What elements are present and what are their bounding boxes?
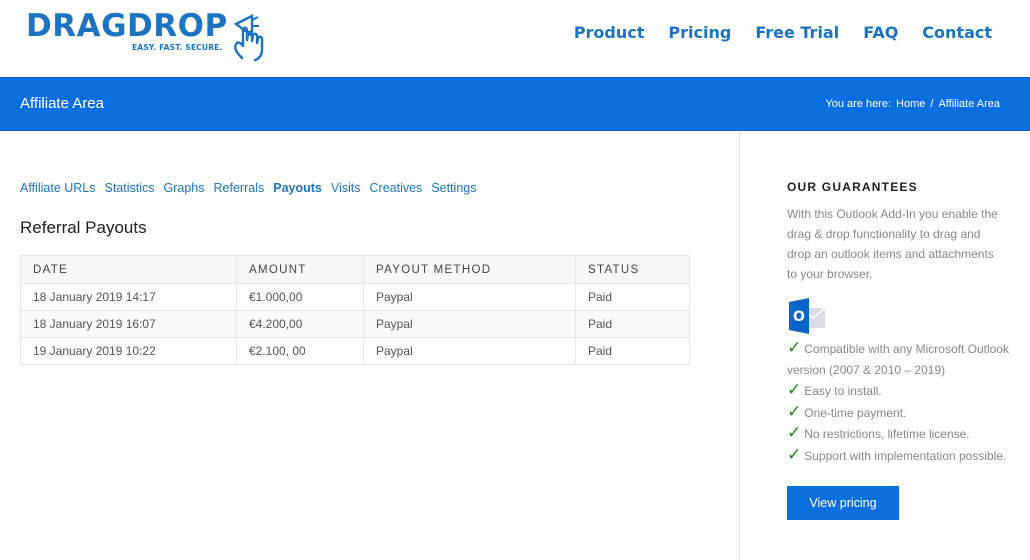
logo-tagline: EASY. FAST. SECURE. [132,43,223,52]
check-text: One-time payment. [804,405,907,420]
cell-date: 19 January 2019 10:22 [20,337,237,365]
guarantees-title: OUR GUARANTEES [787,180,918,194]
check-text: Easy to install. [804,384,882,398]
nav-faq[interactable]: FAQ [863,22,898,44]
check-text: Compatible with any Microsoft Outlook ve… [787,342,1009,377]
payouts-table: DATE AMOUNT PAYOUT METHOD STATUS 18 Janu… [20,255,690,365]
logo-wordmark: DRAGDROP [26,8,228,44]
checkmark-icon: ✓ [787,444,802,464]
list-item: ✓ Compatible with any Microsoft Outlook v… [787,338,1012,380]
column-header-payout-method: PAYOUT METHOD [363,255,576,284]
cell-amount: €4.200,00 [236,310,364,338]
tab-statistics[interactable]: Statistics [105,181,155,195]
checkmark-icon: ✓ [787,380,802,399]
tab-settings[interactable]: Settings [431,181,476,195]
tab-creatives[interactable]: Creatives [370,181,423,195]
column-header-amount: AMOUNT [236,255,364,284]
breadcrumb-current: Affiliate Area [938,98,1000,110]
cell-payout-method: Paypal [363,310,576,338]
main-content: Affiliate URLs Statistics Graphs Referra… [0,131,740,560]
cell-payout-method: Paypal [363,283,576,311]
outlook-letter: O [793,309,805,325]
guarantees-text: With this Outlook Add-In you enable the … [787,207,998,281]
table-row: 19 January 2019 10:22 €2.100, 00 Paypal … [20,337,690,365]
page-title: Affiliate Area [20,95,104,112]
checkmark-icon: ✓ [787,401,802,421]
check-text: Support with implementation possible. [804,448,1007,463]
affiliate-tabs: Affiliate URLs Statistics Graphs Referra… [20,181,476,195]
tab-graphs[interactable]: Graphs [164,181,205,195]
guarantees-list: ✓ Compatible with any Microsoft Outlook v… [787,338,1012,466]
nav-contact[interactable]: Contact [922,22,992,44]
breadcrumb-separator: / [930,98,934,110]
nav-product[interactable]: Product [574,22,645,44]
sidebar: OUR GUARANTEES With this Outlook Add-In … [787,131,1017,520]
column-header-status: STATUS [575,255,690,284]
breadcrumb: You are here: Home / Affiliate Area [825,98,1000,110]
table-row: 18 January 2019 16:07 €4.200,00 Paypal P… [20,310,690,338]
cell-amount: €1.000,00 [236,283,364,311]
cell-date: 18 January 2019 16:07 [20,310,237,338]
cell-status: Paid [575,283,690,311]
logo[interactable]: DRAGDROP EASY. FAST. SECURE. [26,8,264,62]
section-title: Referral Payouts [20,218,147,237]
breadcrumb-prefix: You are here: [825,98,892,110]
nav-pricing[interactable]: Pricing [668,22,731,44]
cell-status: Paid [575,310,690,338]
tab-referrals[interactable]: Referrals [214,181,265,195]
table-header-row: DATE AMOUNT PAYOUT METHOD STATUS [20,255,690,284]
hand-pointer-icon [233,14,264,62]
cell-status: Paid [575,337,690,365]
tab-payouts[interactable]: Payouts [273,181,322,195]
main-nav: Product Pricing Free Trial FAQ Contact [574,22,992,44]
list-item: ✓ One-time payment. [787,402,1012,424]
check-text: No restrictions, lifetime license. [804,427,970,441]
breadcrumb-home-link[interactable]: Home [896,98,925,110]
checkmark-icon: ✓ [787,423,802,442]
title-bar: Affiliate Area You are here: Home / Affi… [0,77,1030,131]
cell-payout-method: Paypal [363,337,576,365]
list-item: ✓ No restrictions, lifetime license. [787,423,1012,445]
tab-visits[interactable]: Visits [331,181,361,195]
tab-affiliate-urls[interactable]: Affiliate URLs [20,181,96,195]
list-item: ✓ Easy to install. [787,380,1012,402]
column-header-date: DATE [20,255,237,284]
outlook-icon: O [787,298,827,334]
list-item: ✓ Support with implementation possible. [787,445,1012,467]
site-header: DRAGDROP EASY. FAST. SECURE. Product Pri… [0,0,1030,77]
cell-date: 18 January 2019 14:17 [20,283,237,311]
view-pricing-button[interactable]: View pricing [787,486,899,520]
checkmark-icon: ✓ [787,338,802,357]
table-row: 18 January 2019 14:17 €1.000,00 Paypal P… [20,283,690,311]
nav-free-trial[interactable]: Free Trial [755,22,839,44]
cell-amount: €2.100, 00 [236,337,364,365]
